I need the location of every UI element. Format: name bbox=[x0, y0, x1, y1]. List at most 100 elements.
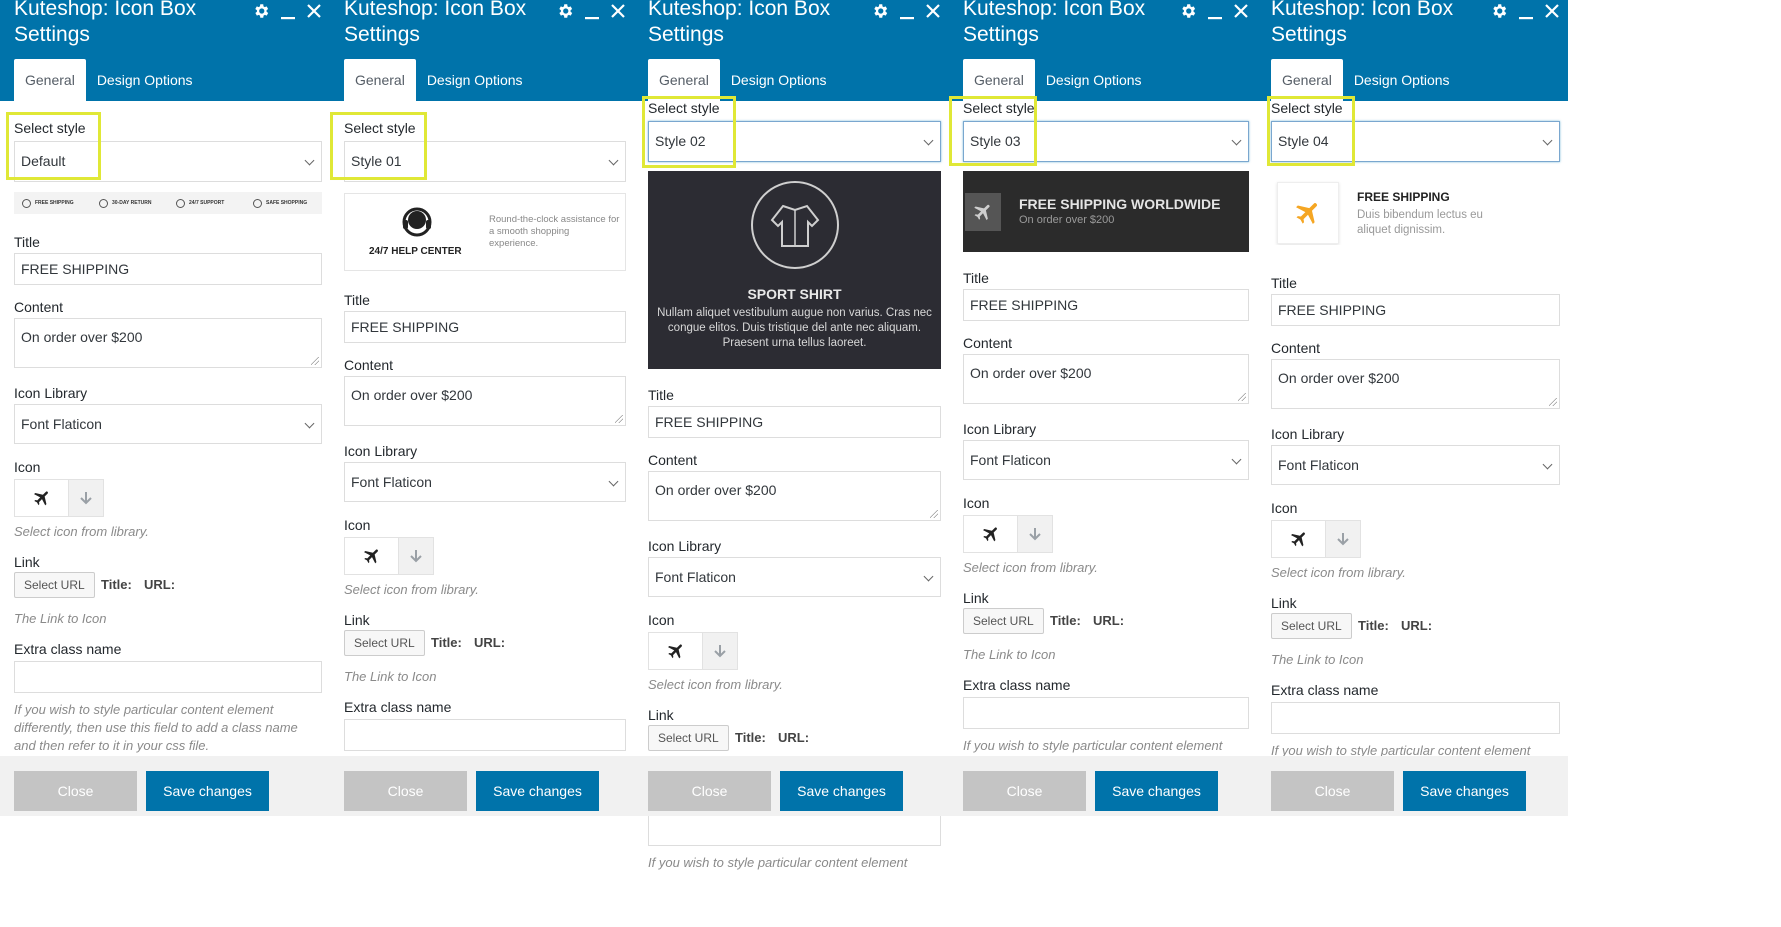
minimize-icon[interactable] bbox=[584, 2, 600, 20]
extra-class-input[interactable] bbox=[344, 719, 626, 751]
minimize-icon[interactable] bbox=[1207, 2, 1223, 20]
title-input[interactable]: FREE SHIPPING bbox=[1271, 294, 1560, 326]
icon-picker[interactable] bbox=[648, 632, 738, 670]
tab-design-options[interactable]: Design Options bbox=[86, 59, 204, 101]
style-highlight-box bbox=[949, 96, 1037, 166]
content-textarea[interactable]: On order over $200 bbox=[648, 471, 941, 521]
chevron-down-icon bbox=[304, 418, 315, 429]
arrow-down-icon[interactable] bbox=[1325, 521, 1360, 557]
icon-library-select[interactable]: Font Flaticon bbox=[344, 462, 626, 502]
close-icon[interactable] bbox=[610, 3, 626, 19]
title-input[interactable]: FREE SHIPPING bbox=[963, 289, 1249, 321]
gear-icon[interactable] bbox=[1179, 2, 1197, 20]
tab-design-options[interactable]: Design Options bbox=[1343, 59, 1461, 101]
tab-general[interactable]: General bbox=[14, 59, 86, 101]
plane-icon[interactable] bbox=[964, 516, 1018, 552]
close-icon[interactable] bbox=[306, 3, 322, 19]
close-icon[interactable] bbox=[1233, 3, 1249, 19]
plane-icon[interactable] bbox=[649, 633, 703, 669]
tab-general[interactable]: General bbox=[1271, 59, 1343, 101]
select-url-button[interactable]: Select URL bbox=[344, 630, 425, 656]
close-button[interactable]: Close bbox=[14, 771, 137, 811]
icon-library-select[interactable]: Font Flaticon bbox=[1271, 445, 1560, 485]
minimize-icon[interactable] bbox=[1518, 2, 1534, 20]
save-changes-button[interactable]: Save changes bbox=[780, 771, 903, 811]
icon-picker[interactable] bbox=[14, 479, 104, 517]
gear-icon[interactable] bbox=[252, 2, 270, 20]
extra-class-label: Extra class name bbox=[963, 677, 1071, 693]
title-input[interactable]: FREE SHIPPING bbox=[14, 253, 322, 285]
select-url-button[interactable]: Select URL bbox=[648, 725, 729, 751]
arrow-down-icon[interactable] bbox=[398, 538, 433, 574]
icon-picker[interactable] bbox=[963, 515, 1053, 553]
title-input[interactable]: FREE SHIPPING bbox=[344, 311, 626, 343]
extra-class-input[interactable] bbox=[963, 697, 1249, 729]
close-icon[interactable] bbox=[925, 3, 941, 19]
tab-general[interactable]: General bbox=[963, 59, 1035, 101]
resize-handle-icon[interactable] bbox=[615, 415, 623, 423]
save-changes-button[interactable]: Save changes bbox=[146, 771, 269, 811]
select-url-button[interactable]: Select URL bbox=[1271, 613, 1352, 639]
link-title-label: Title: bbox=[431, 635, 462, 650]
minimize-icon[interactable] bbox=[280, 2, 296, 20]
resize-handle-icon[interactable] bbox=[311, 357, 319, 365]
plane-icon[interactable] bbox=[15, 480, 69, 516]
icon-library-select[interactable]: Font Flaticon bbox=[963, 440, 1249, 480]
save-changes-button[interactable]: Save changes bbox=[476, 771, 599, 811]
minimize-icon[interactable] bbox=[899, 2, 915, 20]
plane-icon[interactable] bbox=[345, 538, 399, 574]
tab-general[interactable]: General bbox=[648, 59, 720, 101]
select-url-button[interactable]: Select URL bbox=[963, 608, 1044, 634]
resize-handle-icon[interactable] bbox=[1549, 398, 1557, 406]
plane-icon bbox=[965, 193, 1001, 231]
save-changes-button[interactable]: Save changes bbox=[1095, 771, 1218, 811]
close-button[interactable]: Close bbox=[648, 771, 771, 811]
extra-class-input[interactable] bbox=[648, 814, 941, 846]
extra-class-input[interactable] bbox=[14, 661, 322, 693]
resize-handle-icon[interactable] bbox=[1238, 393, 1246, 401]
plane-icon[interactable] bbox=[1272, 521, 1326, 557]
close-button[interactable]: Close bbox=[1271, 771, 1394, 811]
icon-picker[interactable] bbox=[1271, 520, 1361, 558]
style-highlight-box bbox=[642, 96, 736, 168]
content-textarea[interactable]: On order over $200 bbox=[344, 376, 626, 426]
select-url-button[interactable]: Select URL bbox=[14, 572, 95, 598]
arrow-down-icon[interactable] bbox=[702, 633, 737, 669]
close-button[interactable]: Close bbox=[344, 771, 467, 811]
save-changes-button[interactable]: Save changes bbox=[1403, 771, 1526, 811]
window-controls bbox=[1490, 0, 1560, 22]
title-label: Title bbox=[1271, 275, 1297, 291]
tab-design-options[interactable]: Design Options bbox=[1035, 59, 1153, 101]
extra-class-hint: If you wish to style particular content … bbox=[648, 855, 908, 870]
icon-hint: Select icon from library. bbox=[963, 560, 1098, 575]
arrow-down-icon[interactable] bbox=[1017, 516, 1052, 552]
arrow-down-icon[interactable] bbox=[68, 480, 103, 516]
preview-text: Round-the-clock assistance for a smooth … bbox=[489, 214, 620, 249]
gear-icon[interactable] bbox=[1490, 2, 1508, 20]
extra-class-input[interactable] bbox=[1271, 702, 1560, 734]
tab-design-options[interactable]: Design Options bbox=[416, 59, 534, 101]
preview-subtitle: On order over $200 bbox=[1019, 214, 1115, 226]
resize-handle-icon[interactable] bbox=[930, 510, 938, 518]
tab-design-options[interactable]: Design Options bbox=[720, 59, 838, 101]
content-textarea[interactable]: On order over $200 bbox=[14, 318, 322, 368]
icon-picker[interactable] bbox=[344, 537, 434, 575]
link-url-label: URL: bbox=[1401, 618, 1433, 633]
content-textarea[interactable]: On order over $200 bbox=[963, 354, 1249, 404]
gear-icon[interactable] bbox=[556, 2, 574, 20]
tab-general[interactable]: General bbox=[344, 59, 416, 101]
close-button[interactable]: Close bbox=[963, 771, 1086, 811]
umbrella-icon bbox=[253, 198, 262, 208]
style-preview: FREE SHIPPING 30-DAY RETURN 24/7 SUPPORT SA… bbox=[14, 192, 322, 214]
title-label: Title bbox=[344, 292, 370, 308]
icon-library-select[interactable]: Font Flaticon bbox=[14, 404, 322, 444]
content-textarea[interactable]: On order over $200 bbox=[1271, 359, 1560, 409]
gear-icon[interactable] bbox=[871, 2, 889, 20]
icon-library-label: Icon Library bbox=[1271, 426, 1345, 442]
title-label: Title bbox=[14, 234, 40, 250]
content-text: On order over $200 bbox=[655, 482, 777, 498]
title-input[interactable]: FREE SHIPPING bbox=[648, 406, 941, 438]
preview-item-title: FREE SHIPPING bbox=[35, 200, 74, 206]
icon-library-select[interactable]: Font Flaticon bbox=[648, 557, 941, 597]
close-icon[interactable] bbox=[1544, 3, 1560, 19]
